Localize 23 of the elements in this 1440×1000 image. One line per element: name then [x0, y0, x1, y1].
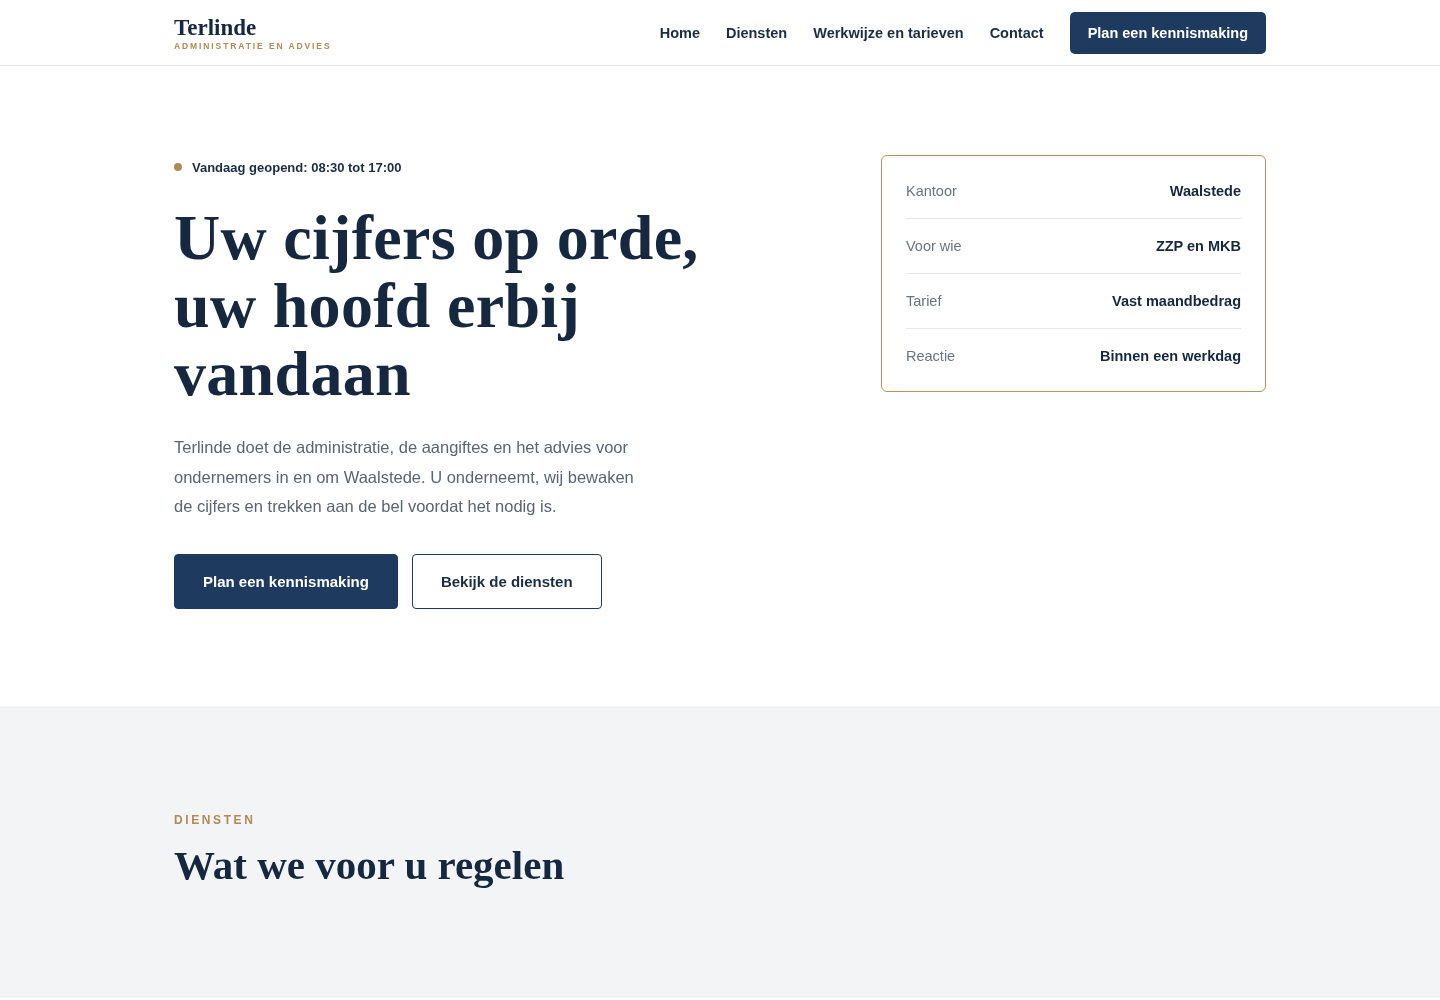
section-heading: Wat we voor u regelen	[174, 840, 566, 889]
hero-heading: Uw cijfers op orde, uw hoofd erbij vandaan	[174, 204, 700, 408]
status-dot-icon	[174, 163, 182, 171]
fact-label: Voor wie	[906, 238, 962, 254]
fact-value: ZZP en MKB	[1155, 238, 1241, 254]
primary-button[interactable]: Plan een kennismaking	[174, 553, 398, 609]
section-eyebrow: DIENSTEN	[174, 812, 257, 827]
nav-link[interactable]: Diensten	[725, 24, 788, 41]
nav-link[interactable]: Home	[659, 24, 700, 41]
hero-intro-text: Terlinde doet de administratie, de aangiftes en het advies voor ondernemers in en om Waalstede. U onderneemt, wij bewaken de cijfers en trekken aan de bel voordat het nodig is.	[174, 437, 635, 517]
logo-name[interactable]: Terlinde	[174, 15, 257, 40]
fact-value: Vast maandbedrag	[1112, 293, 1241, 309]
nav-link[interactable]: Werkwijze en tarieven	[813, 24, 964, 41]
secondary-button[interactable]: Bekijk de diensten	[411, 553, 602, 609]
nav-link[interactable]: Contact	[989, 24, 1044, 41]
fact-label: Tarief	[906, 293, 942, 309]
logo-tagline: ADMINISTRATIE EN ADVIES	[174, 40, 332, 52]
fact-value: Waalstede	[1169, 183, 1241, 199]
fact-label: Reactie	[906, 348, 956, 364]
fact-value: Binnen een werkdag	[1100, 348, 1241, 364]
opening-hours-text: Vandaag geopend: 08:30 tot 17:00	[192, 159, 402, 175]
header-cta-button[interactable]: Plan een kennismaking	[1069, 11, 1266, 54]
fact-label: Kantoor	[906, 183, 957, 199]
